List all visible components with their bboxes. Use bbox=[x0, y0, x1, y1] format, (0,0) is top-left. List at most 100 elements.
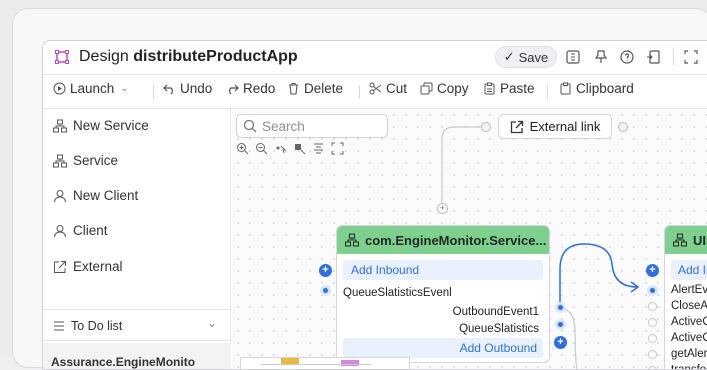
redo-button[interactable]: Redo bbox=[226, 81, 275, 96]
inbound-port[interactable] bbox=[648, 334, 657, 343]
inbound-event[interactable]: AlertEvent bbox=[671, 284, 707, 296]
title-prefix: Design bbox=[79, 48, 129, 65]
sidebar-item-external[interactable]: External bbox=[53, 259, 123, 274]
undo-button[interactable]: Undo bbox=[163, 81, 212, 96]
add-inbound-label: Add Inbound bbox=[351, 263, 420, 277]
external-link-port-right[interactable] bbox=[618, 122, 628, 132]
service-node-ui-service[interactable]: UIServic Add Inbound AlertEvent CloseAle… bbox=[664, 225, 707, 369]
inbound-event[interactable]: QueueSlatisticsEvenl bbox=[343, 287, 452, 299]
node-title: com.EngineMonitor.Service... bbox=[365, 232, 547, 248]
zoom-toolbar bbox=[236, 142, 344, 155]
title-separator bbox=[673, 49, 674, 65]
clipboard-button[interactable]: Clipboard bbox=[559, 81, 634, 96]
copy-icon bbox=[420, 82, 433, 95]
arrow-head-icon bbox=[630, 281, 640, 293]
scissors-icon bbox=[369, 82, 382, 95]
launch-label: Launch bbox=[70, 81, 115, 96]
sidebar-item-label: Service bbox=[73, 153, 119, 168]
inbound-event[interactable]: ActiveCollabs bbox=[671, 316, 707, 328]
help-icon[interactable] bbox=[619, 49, 635, 65]
zoom-out-icon[interactable] bbox=[255, 142, 268, 155]
sidebar-item-label: External bbox=[73, 259, 123, 274]
add-outbound-button[interactable]: Add Outbound bbox=[343, 338, 543, 358]
todo-label: To Do list bbox=[71, 319, 123, 333]
add-connector-icon[interactable]: + bbox=[437, 203, 448, 214]
compare-icon[interactable] bbox=[565, 49, 581, 65]
outbound-event[interactable]: QueueSlatistics bbox=[459, 323, 539, 335]
inbound-event[interactable]: transformAler bbox=[671, 364, 707, 369]
undo-label: Undo bbox=[180, 81, 213, 96]
service-node-engine-monitor[interactable]: com.EngineMonitor.Service... Add Inbound… bbox=[336, 225, 550, 363]
design-app-icon bbox=[55, 50, 69, 64]
save-label: Save bbox=[518, 49, 549, 65]
zoom-in-icon[interactable] bbox=[236, 142, 249, 155]
inbound-port[interactable] bbox=[322, 287, 329, 294]
service-icon bbox=[53, 154, 67, 167]
select-icon[interactable] bbox=[293, 142, 306, 155]
save-button[interactable]: ✓ Save bbox=[495, 46, 557, 68]
chevron-down-icon: ⌄ bbox=[120, 83, 129, 94]
connector-external-to-node bbox=[441, 126, 481, 203]
inbound-port[interactable] bbox=[648, 302, 657, 311]
search-input[interactable]: Search bbox=[236, 114, 388, 138]
sidebar-item-label: New Service bbox=[73, 118, 149, 133]
external-link-icon bbox=[510, 120, 523, 133]
connector-blue bbox=[559, 243, 638, 307]
sidebar-item-service[interactable]: Service bbox=[53, 153, 118, 168]
copy-button[interactable]: Copy bbox=[420, 81, 469, 96]
paste-button[interactable]: Paste bbox=[483, 81, 535, 96]
delete-button[interactable]: Delete bbox=[287, 81, 343, 96]
list-icon bbox=[54, 321, 64, 331]
todo-list-header[interactable]: To Do list ⌄ bbox=[43, 309, 231, 341]
inbound-port[interactable] bbox=[648, 366, 657, 369]
add-inbound-button[interactable]: Add Inbound bbox=[671, 260, 707, 280]
inbound-event[interactable]: CloseAlert bbox=[671, 300, 707, 312]
panel-toggle-icon[interactable] bbox=[645, 49, 661, 65]
inbound-event[interactable]: ActiveCollabs bbox=[671, 332, 707, 344]
sidebar: New Service Service New Client Client Ex… bbox=[43, 109, 231, 369]
undo-icon bbox=[163, 84, 173, 95]
minimap-connector bbox=[261, 364, 371, 365]
add-outbound-port-icon[interactable]: + bbox=[554, 336, 567, 349]
launch-button[interactable]: Launch ⌄ bbox=[53, 81, 129, 96]
toolbar-separator bbox=[153, 85, 154, 99]
external-link-port-left[interactable] bbox=[481, 122, 491, 132]
title-bar: Design distributeProductApp ✓ Save bbox=[43, 41, 707, 73]
add-inbound-port-icon[interactable]: + bbox=[646, 264, 659, 277]
inbound-port[interactable] bbox=[648, 318, 657, 327]
fullscreen-icon[interactable] bbox=[683, 49, 699, 65]
pin-icon[interactable] bbox=[593, 49, 609, 65]
todo-list-item[interactable]: Assurance.EngineMonito bbox=[43, 343, 231, 369]
inbound-port[interactable] bbox=[649, 287, 656, 294]
sidebar-item-client[interactable]: Client bbox=[53, 223, 108, 238]
node-header: com.EngineMonitor.Service... bbox=[337, 226, 549, 254]
minimap[interactable] bbox=[240, 357, 410, 369]
app-window: Design distributeProductApp ✓ Save Launc… bbox=[42, 40, 707, 370]
sidebar-item-new-client[interactable]: New Client bbox=[53, 188, 138, 203]
inbound-event[interactable]: getAlertCoun bbox=[671, 348, 707, 360]
delete-label: Delete bbox=[304, 81, 344, 96]
align-icon[interactable] bbox=[312, 142, 325, 155]
minimap-node bbox=[341, 360, 359, 366]
inbound-port[interactable] bbox=[648, 350, 657, 359]
clipboard-label: Clipboard bbox=[576, 81, 634, 96]
diagram-canvas[interactable]: Search External link + com.EngineMonitor… bbox=[232, 109, 707, 369]
todo-item-label: Assurance.EngineMonito bbox=[51, 355, 196, 369]
sidebar-item-new-service[interactable]: New Service bbox=[53, 118, 149, 133]
user-icon bbox=[54, 224, 66, 237]
service-icon bbox=[53, 119, 67, 132]
search-icon bbox=[243, 119, 257, 133]
add-inbound-button[interactable]: Add Inbound bbox=[343, 260, 543, 280]
title-app-name: distributeProductApp bbox=[133, 48, 298, 65]
add-inbound-port-icon[interactable]: + bbox=[319, 264, 332, 277]
user-icon bbox=[54, 189, 66, 202]
chevron-down-icon: ⌄ bbox=[207, 316, 218, 330]
outbound-port[interactable] bbox=[557, 304, 564, 311]
outbound-port[interactable] bbox=[557, 321, 564, 328]
pointer-icon[interactable] bbox=[274, 142, 287, 155]
outbound-event[interactable]: OutboundEvent1 bbox=[453, 306, 539, 318]
search-placeholder: Search bbox=[262, 118, 305, 134]
fit-view-icon[interactable] bbox=[331, 142, 344, 155]
external-link-node[interactable]: External link bbox=[498, 114, 612, 139]
cut-button[interactable]: Cut bbox=[369, 81, 407, 96]
